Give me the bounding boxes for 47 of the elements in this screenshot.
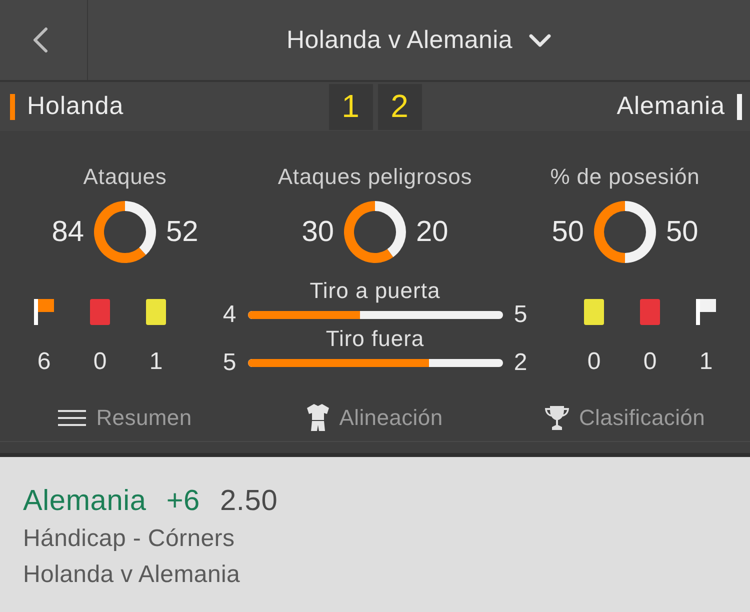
trophy-icon [544,406,569,430]
donut-slice [594,201,625,263]
event-count: 0 [643,348,657,376]
tab[interactable]: Alineación [307,404,443,432]
tab[interactable]: Resumen [58,405,192,431]
chevron-down-icon [529,34,552,46]
stat-value: 5 [222,349,238,377]
corner-flag-icon [34,299,54,325]
card-icon [584,299,604,325]
stat-value: 2 [512,349,528,377]
donut-slice [625,201,656,263]
stat-value: 20 [416,216,448,248]
bet-selection: Alemania [23,484,146,519]
event-count: 1 [149,348,163,376]
corner-flag-icon [696,299,716,325]
odds-value: 2.50 [220,484,278,519]
event-count: 0 [93,348,107,376]
score-value: 2 [378,84,422,130]
stat-value: 52 [166,216,198,248]
score-value: 1 [328,84,372,130]
stat-title: Tiro fuera [326,327,424,351]
stat-value: 84 [52,216,84,248]
card-icon [146,299,166,325]
event-count: 6 [37,348,51,376]
event-count: 0 [587,348,601,376]
market-name: Hándicap - Córners [23,524,235,554]
team-name: Alemania [616,92,725,121]
kit-icon [307,404,330,432]
stat-value: 50 [552,216,584,248]
stat-value: 5 [512,301,528,329]
handicap-value: +6 [166,484,200,519]
stat-title: Tiro a puerta [310,279,440,303]
stat-value: 50 [666,216,698,248]
chart-title: Ataques [83,165,167,189]
tab[interactable]: Clasificación [544,405,706,431]
back-chevron-icon [32,27,48,53]
card-icon [90,299,110,325]
card-icon [640,299,660,325]
match-selector[interactable]: Holanda v Alemania [88,0,750,80]
menu-icon [58,410,86,426]
chart-title: % de posesión [550,165,700,189]
chart-title: Ataques peligrosos [278,165,472,189]
event-count: 1 [699,348,713,376]
team-name: Holanda [27,92,124,121]
stat-value: 4 [222,301,238,329]
stat-value: 30 [302,216,334,248]
event-name: Holanda v Alemania [23,560,240,590]
